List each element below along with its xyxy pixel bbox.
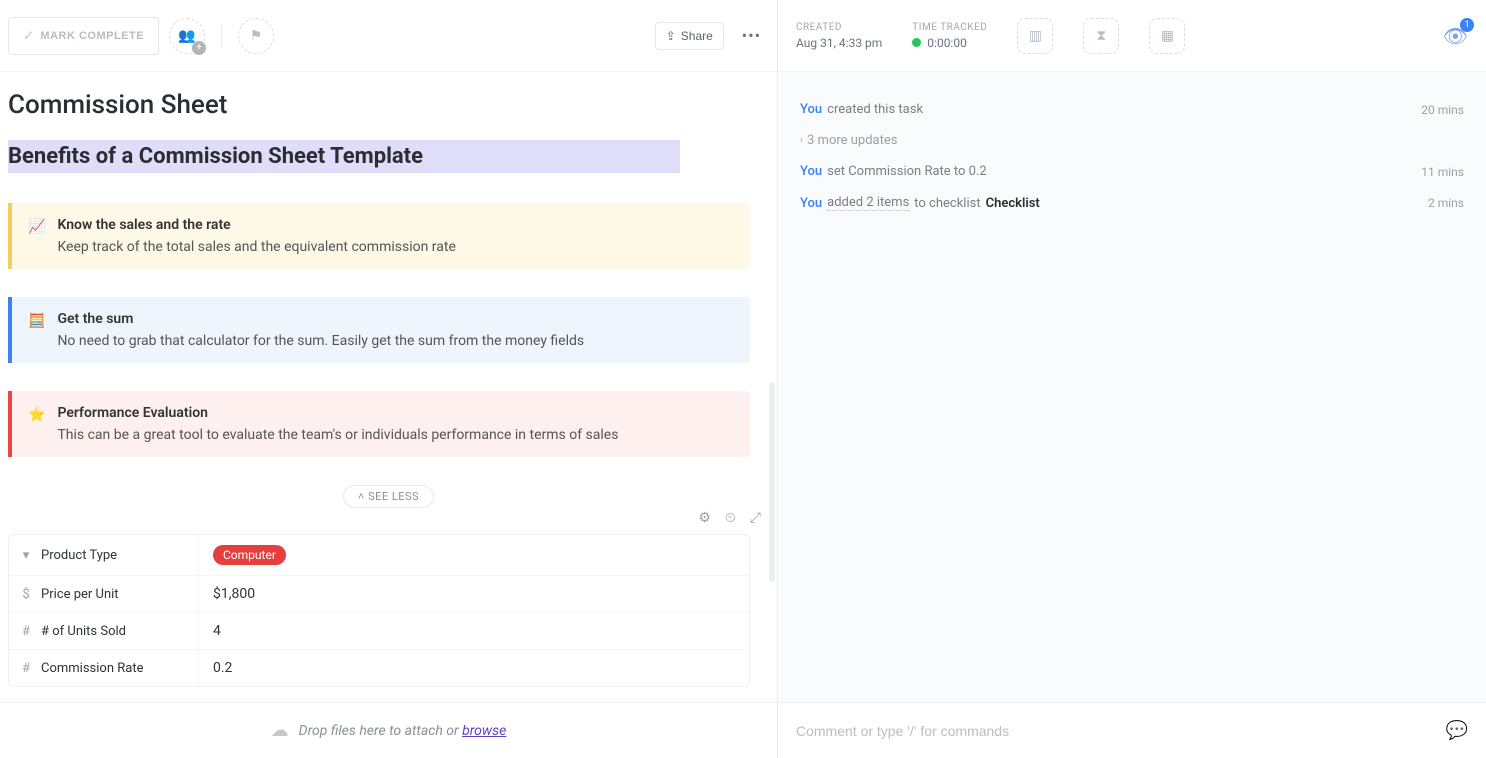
- attachment-dropzone[interactable]: ☁ Drop files here to attach or browse: [0, 702, 777, 758]
- dropzone-text: Drop files here to attach or: [299, 723, 462, 739]
- abacus-icon: 🧮: [28, 311, 45, 349]
- callout-block: ⭐ Performance Evaluation This can be a g…: [8, 391, 750, 457]
- activity-actor: You: [800, 102, 822, 117]
- field-row[interactable]: # Commission Rate 0.2: [9, 650, 749, 686]
- plus-icon: +: [192, 41, 206, 55]
- mark-complete-label: MARK COMPLETE: [40, 30, 144, 42]
- chart-icon: 📈: [28, 217, 45, 255]
- history-icon[interactable]: ⏲: [725, 510, 736, 526]
- tracked-value[interactable]: 0:00:00: [927, 36, 967, 50]
- callout-block: 📈 Know the sales and the rate Keep track…: [8, 203, 750, 269]
- field-row[interactable]: $ Price per Unit $1,800: [9, 576, 749, 613]
- send-icon[interactable]: 💬: [1446, 720, 1468, 741]
- see-less-label: SEE LESS: [368, 490, 419, 503]
- activity-actor: You: [800, 164, 822, 179]
- watchers-button[interactable]: 👁 1: [1443, 24, 1468, 48]
- more-menu-button[interactable]: •••: [734, 20, 769, 51]
- chevron-right-icon: ›: [800, 135, 803, 146]
- activity-link[interactable]: added 2 items: [827, 195, 909, 211]
- flag-icon: ⚑: [250, 28, 263, 44]
- callout-desc: This can be a great tool to evaluate the…: [57, 427, 618, 443]
- dropdown-icon: ▾: [19, 548, 33, 563]
- callout-title: Get the sum: [57, 311, 584, 327]
- custom-fields-table: ▾ Product Type Computer $ Price per Unit $…: [8, 534, 750, 687]
- share-button[interactable]: ⇪ Share: [655, 22, 724, 50]
- priority-flag-button[interactable]: ⚑: [238, 18, 274, 54]
- calendar-icon: ▦: [1161, 28, 1174, 44]
- hash-icon: #: [19, 661, 33, 676]
- field-value[interactable]: 0.2: [199, 650, 749, 686]
- activity-item: You added 2 items to checklist Checklist…: [800, 195, 1464, 211]
- task-title[interactable]: Commission Sheet: [8, 90, 769, 120]
- activity-item: You created this task 20 mins: [800, 102, 1464, 117]
- field-value[interactable]: 4: [199, 613, 749, 649]
- field-value[interactable]: $1,800: [199, 576, 749, 612]
- field-row[interactable]: ▾ Product Type Computer: [9, 535, 749, 576]
- more-updates-text: 3 more updates: [807, 133, 897, 148]
- activity-time: 2 mins: [1428, 196, 1464, 210]
- estimate-button[interactable]: ▥: [1017, 18, 1053, 54]
- created-meta: CREATED Aug 31, 4:33 pm: [796, 22, 882, 50]
- doc-tools: ⚙ ⏲ ⤢: [8, 510, 769, 534]
- created-label: CREATED: [796, 22, 882, 33]
- activity-time: 20 mins: [1421, 103, 1464, 117]
- activity-time: 11 mins: [1421, 165, 1464, 179]
- time-tracked-meta: TIME TRACKED 0:00:00: [912, 22, 987, 50]
- share-label: Share: [681, 29, 713, 43]
- field-row[interactable]: # # of Units Sold 4: [9, 613, 749, 650]
- field-label: # of Units Sold: [41, 624, 126, 639]
- activity-feed: You created this task 20 mins › 3 more u…: [778, 72, 1486, 702]
- more-updates-toggle[interactable]: › 3 more updates: [800, 133, 898, 148]
- share-icon: ⇪: [666, 29, 676, 43]
- star-icon: ⭐: [28, 405, 45, 443]
- gear-icon[interactable]: ⚙: [698, 510, 711, 526]
- watchers-count: 1: [1460, 18, 1474, 32]
- dollar-icon: $: [19, 587, 33, 602]
- field-label: Commission Rate: [41, 661, 143, 676]
- right-toolbar: CREATED Aug 31, 4:33 pm TIME TRACKED 0:0…: [778, 0, 1486, 72]
- field-label: Price per Unit: [41, 587, 119, 602]
- activity-text: created this task: [827, 102, 923, 117]
- hourglass-icon: ⧗: [1096, 28, 1106, 44]
- timer-button[interactable]: ⧗: [1083, 18, 1119, 54]
- expand-icon[interactable]: ⤢: [750, 510, 761, 526]
- callout-desc: Keep track of the total sales and the eq…: [57, 239, 455, 255]
- comment-input[interactable]: [796, 723, 1446, 739]
- hash-icon: #: [19, 624, 33, 639]
- bars-icon: ▥: [1029, 28, 1042, 44]
- created-value: Aug 31, 4:33 pm: [796, 36, 882, 50]
- field-label: Product Type: [41, 548, 117, 563]
- callout-title: Know the sales and the rate: [57, 217, 455, 233]
- divider: [221, 23, 222, 49]
- scrollbar[interactable]: [769, 382, 775, 582]
- see-less-toggle[interactable]: ˄ SEE LESS: [343, 485, 434, 508]
- activity-target: Checklist: [986, 196, 1040, 211]
- mark-complete-button[interactable]: ✓ MARK COMPLETE: [8, 17, 159, 55]
- chevron-up-icon: ˄: [358, 490, 368, 503]
- activity-item: You set Commission Rate to 0.2 11 mins: [800, 164, 1464, 179]
- activity-item: › 3 more updates: [800, 133, 1464, 148]
- section-heading: Benefits of a Commission Sheet Template: [8, 140, 680, 173]
- comment-bar: 💬: [778, 702, 1486, 758]
- check-icon: ✓: [23, 28, 34, 44]
- callout-title: Performance Evaluation: [57, 405, 618, 421]
- field-value-tag[interactable]: Computer: [213, 545, 286, 565]
- cloud-upload-icon: ☁: [271, 720, 289, 741]
- callout-block: 🧮 Get the sum No need to grab that calcu…: [8, 297, 750, 363]
- activity-actor: You: [800, 196, 822, 211]
- status-dot-icon: [912, 38, 921, 47]
- dates-button[interactable]: ▦: [1149, 18, 1185, 54]
- left-toolbar: ✓ MARK COMPLETE 👥 + ⚑ ⇪ Share •••: [0, 0, 777, 72]
- browse-link[interactable]: browse: [462, 723, 506, 739]
- tracked-label: TIME TRACKED: [912, 22, 987, 33]
- activity-text: to checklist: [914, 196, 980, 211]
- people-icon: 👥: [178, 28, 195, 44]
- assignee-add-button[interactable]: 👥 +: [169, 18, 205, 54]
- callout-desc: No need to grab that calculator for the …: [57, 333, 584, 349]
- activity-text: set Commission Rate to 0.2: [827, 164, 987, 179]
- main-content: Commission Sheet Benefits of a Commissio…: [0, 72, 777, 702]
